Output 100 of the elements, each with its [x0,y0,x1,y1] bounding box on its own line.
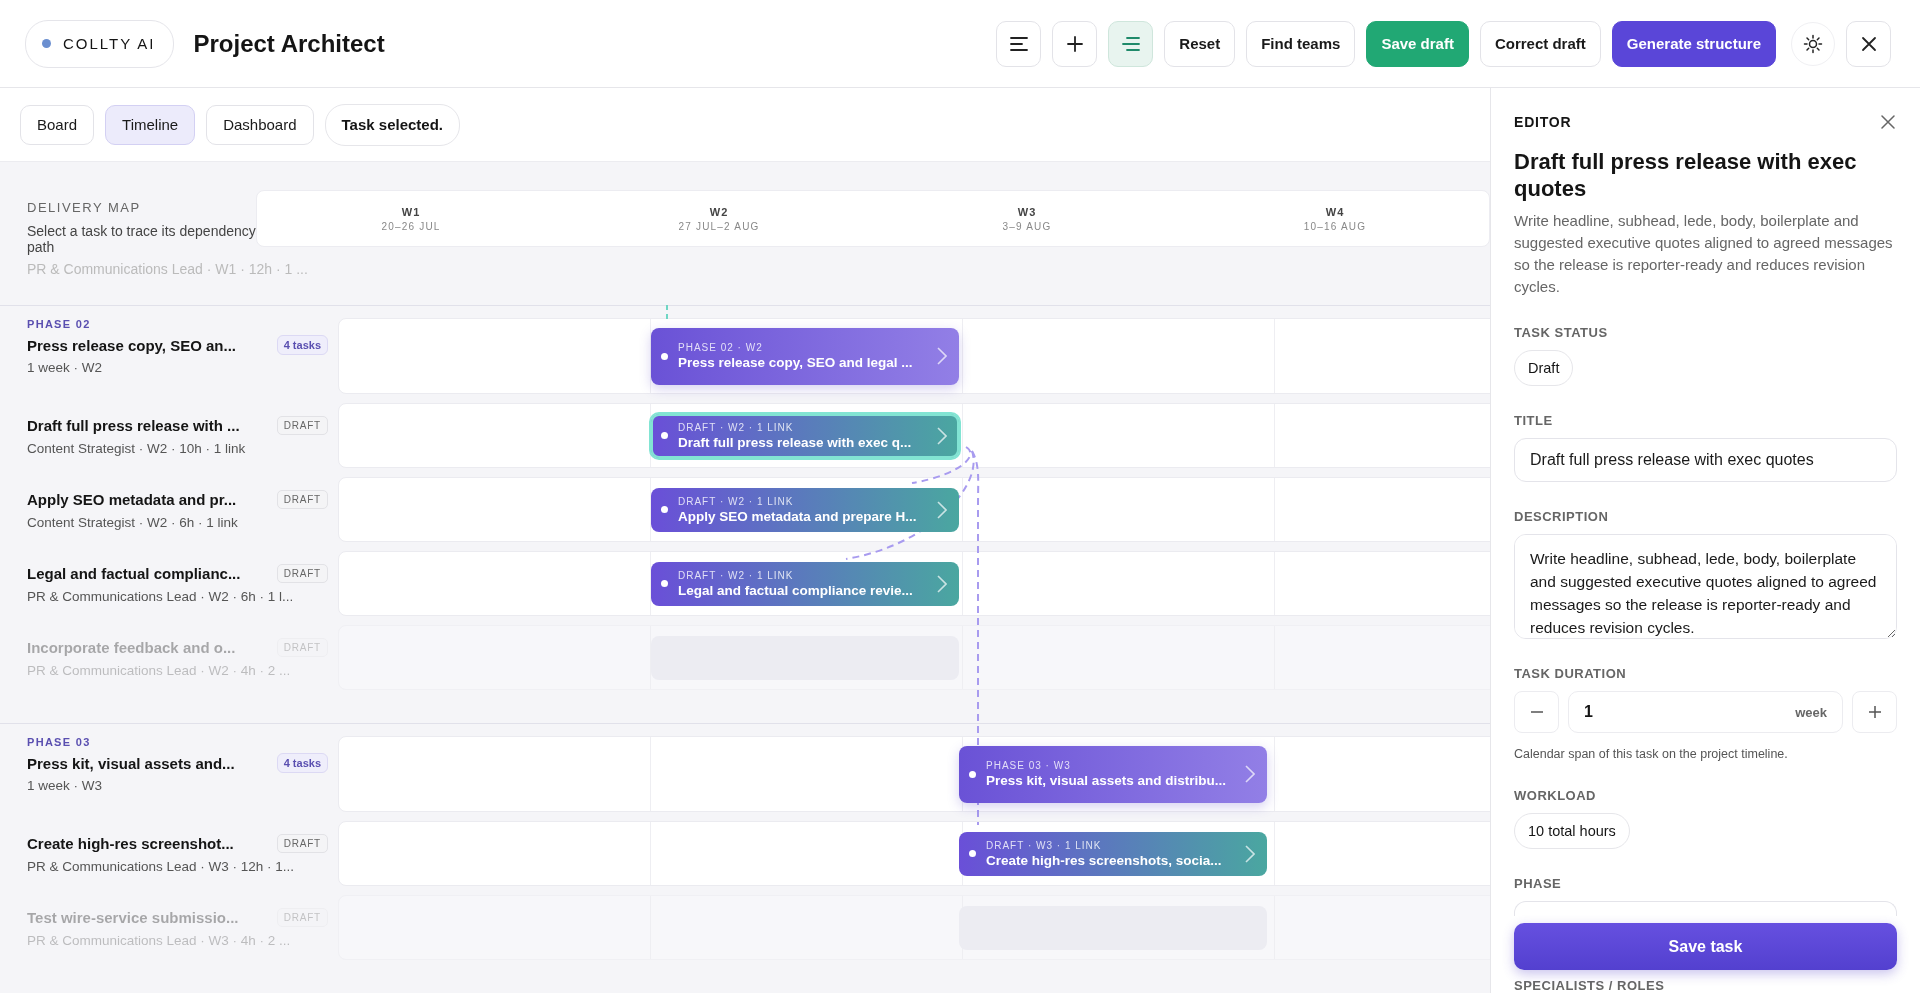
close-button[interactable] [1846,20,1891,67]
phase-title: Press release copy, SEO an... [27,336,236,354]
field-label: TASK DURATION [1514,666,1627,682]
bar-meta: PHASE 02 · W2 [678,342,764,353]
week-dates: 20–26 JUL [381,220,441,232]
phase-meta: 1 week · W2 [27,360,104,375]
plus-icon [1867,705,1882,720]
task-meta: PR & Communications Lead · W3 · 4h · 2 ... [27,932,292,948]
chevron-right-icon [937,500,947,519]
phase-title: Press kit, visual assets and... [27,754,235,772]
view-tab[interactable]: Timeline [105,104,196,145]
plus-icon [1066,35,1083,52]
phase-meta: 1 week · W3 [27,778,104,793]
field-label: PHASE [1514,875,1562,891]
toolbar-button[interactable]: Correct draft [1479,20,1601,67]
chevron-right-icon [937,347,947,365]
phase-field[interactable] [1514,900,1897,916]
task-title[interactable]: Draft full press release with ... [27,416,240,434]
dot-icon [661,506,668,513]
brand-name: COLLTY AI [63,35,156,52]
bar-meta: DRAFT · W2 · 1 LINK [678,569,795,581]
task-meta: Content Strategist · W2 · 10h · 1 link [27,440,247,456]
close-button[interactable] [1881,114,1897,130]
task-bar[interactable]: DRAFT · W3 · 1 LINK Create high-res screenshots, socia... [959,831,1267,876]
bar-title: Create high-res screenshots, socia... [986,852,1223,868]
toolbar-button[interactable]: Reset [1164,20,1236,67]
task-heading: Draft full press release with exec quotes [1514,148,1858,202]
panel-heading: EDITOR [1514,114,1572,130]
task-count: 4 tasks [276,335,328,355]
field-label: TASK STATUS [1514,325,1608,340]
status-badge: DRAFT [276,489,328,509]
task-meta: PR & Communications Lead · W1 · 12h · 1 ... [27,261,309,279]
task-bar[interactable]: DRAFT · W2 · 1 LINK Draft full press release with exec q... [651,413,959,458]
status-badge: DRAFT [276,833,328,853]
field-label: SPECIALISTS / ROLES [1514,978,1665,993]
dependency-line [666,305,668,320]
status-message: Task selected. [324,103,460,146]
title-field[interactable]: Draft full press release with exec quotes [1514,438,1897,483]
chevron-right-icon [1245,765,1255,783]
week-label: W2 [709,205,729,218]
phase-bar[interactable]: PHASE 02 · W2 Press release copy, SEO and legal ... [651,327,959,385]
status-badge: DRAFT [276,415,328,435]
status-badge: DRAFT [276,563,328,583]
dot-icon [661,432,668,439]
increase-button[interactable] [1852,691,1897,733]
theme-toggle-button[interactable] [1791,21,1835,66]
chevron-right-icon [1245,844,1255,863]
task-bar[interactable]: DRAFT · W2 · 1 LINK Apply SEO metadata and prepare H... [651,487,959,532]
duration-field[interactable]: 1 week [1568,691,1843,733]
task-title[interactable]: Apply SEO metadata and pr... [27,490,237,508]
chevron-right-icon [937,426,947,445]
bar-meta: PHASE 03 · W3 [986,760,1072,771]
task-title[interactable]: Legal and factual complianc... [27,564,241,582]
field-label: WORKLOAD [1514,787,1596,803]
task-title[interactable]: Create high-res screenshot... [27,834,234,852]
close-icon [1860,35,1877,52]
chevron-right-icon [937,574,947,593]
dot-icon [661,580,668,587]
close-icon [1881,115,1895,129]
view-tab[interactable]: Dashboard [206,104,314,145]
bar-title: Legal and factual compliance revie... [678,582,914,598]
save-task-button[interactable]: Save task [1514,923,1897,970]
sun-icon [1803,33,1823,54]
menu-icon [1009,35,1028,52]
task-count: 4 tasks [276,753,328,773]
field-hint: Calendar span of this task on the project timeline. [1514,746,1788,761]
bar-meta: DRAFT · W2 · 1 LINK [678,421,795,433]
dot-icon [969,770,976,778]
section-title: DELIVERY MAP [27,200,142,215]
view-tab[interactable]: Board [20,104,95,145]
field-label: DESCRIPTION [1514,509,1609,525]
phase-label: PHASE 03 [27,736,92,748]
indented-lines-icon [1121,35,1140,52]
bar-title: Press release copy, SEO and legal ... [678,355,914,370]
section-subtitle: Select a task to trace its dependency path [27,223,256,255]
outline-view-button[interactable] [1108,20,1154,67]
bar-meta: DRAFT · W3 · 1 LINK [986,839,1103,851]
status-chip[interactable]: Draft [1514,350,1574,386]
task-meta: Content Strategist · W2 · 6h · 1 link [27,514,239,530]
dot-icon [661,352,668,360]
description-field[interactable]: Write headline, subhead, lede, body, boilerplate and suggested executive quotes aligned to agreed messages so the release is reporter-ready and reduces revision cycles. [1514,534,1897,640]
phase-label: PHASE 02 [27,318,92,330]
workload-chip: 10 total hours [1514,812,1630,849]
week-label: W1 [401,205,421,218]
task-meta: PR & Communications Lead · W2 · 4h · 2 ... [27,662,292,678]
app-title: Project Architect [193,29,385,58]
list-view-button[interactable] [996,20,1042,67]
toolbar-button[interactable]: Generate structure [1611,20,1776,67]
bar-meta: DRAFT · W2 · 1 LINK [678,495,795,507]
field-label: TITLE [1514,413,1553,428]
add-button[interactable] [1052,20,1098,67]
week-label: W4 [1325,205,1345,218]
toolbar-button[interactable]: Find teams [1246,20,1356,67]
week-dates: 3–9 AUG [1002,220,1052,232]
week-dates: 27 JUL–2 AUG [678,220,760,232]
bar-title: Draft full press release with exec q... [678,434,913,450]
task-summary: Write headline, subhead, lede, body, boilerplate and suggested executive quotes aligned to agreed messages so the release is reporter-ready and reduces revision cycles. [1514,211,1894,297]
week-dates: 10–16 AUG [1303,220,1367,232]
task-bar[interactable]: DRAFT · W2 · 1 LINK Legal and factual compliance revie... [651,561,959,606]
phase-bar[interactable]: PHASE 03 · W3 Press kit, visual assets and distribu... [959,745,1267,803]
